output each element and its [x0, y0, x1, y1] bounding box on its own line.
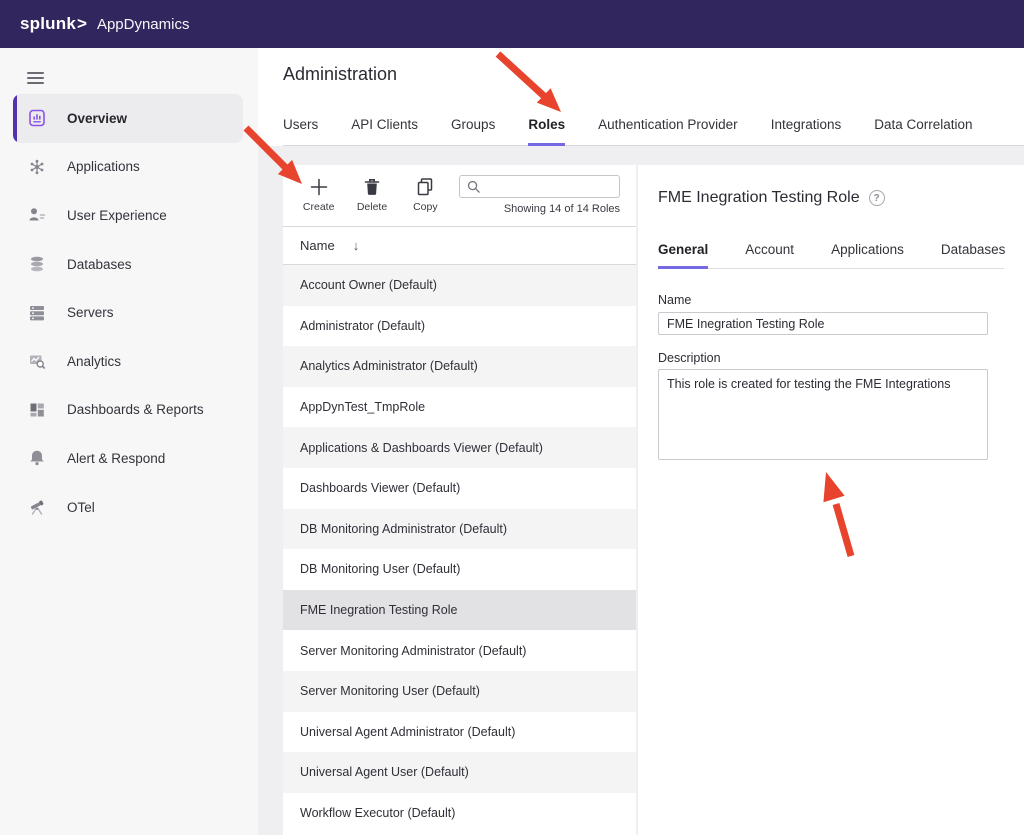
sidebar-item-label: Applications	[67, 159, 140, 174]
role-detail-panel: FME Inegration Testing Role ? General Ac…	[638, 165, 1024, 835]
role-row[interactable]: Applications & Dashboards Viewer (Defaul…	[283, 427, 636, 468]
product-name: AppDynamics	[97, 16, 190, 33]
sidebar-item-servers[interactable]: Servers	[13, 288, 243, 337]
topbar: splunk > AppDynamics	[0, 0, 1024, 48]
main-content: Administration Users API Clients Groups …	[258, 48, 1024, 835]
role-row[interactable]: AppDynTest_TmpRole	[283, 387, 636, 428]
tab-integrations[interactable]: Integrations	[771, 118, 842, 146]
role-row[interactable]: Account Owner (Default)	[283, 265, 636, 306]
tab-account[interactable]: Account	[745, 243, 794, 269]
overview-icon	[27, 108, 47, 128]
role-row[interactable]: Universal Agent User (Default)	[283, 752, 636, 793]
role-row[interactable]: Workflow Executor (Default)	[283, 793, 636, 834]
sidebar-item-alert-respond[interactable]: Alert & Respond	[13, 434, 243, 483]
sidebar-item-applications[interactable]: Applications	[13, 143, 243, 192]
copy-button[interactable]: Copy	[406, 175, 445, 213]
sidebar-item-otel[interactable]: OTel	[13, 483, 243, 532]
role-row[interactable]: Dashboards Viewer (Default)	[283, 468, 636, 509]
tab-databases[interactable]: Databases	[941, 243, 1006, 269]
copy-icon	[414, 175, 436, 199]
role-detail-tab-bar: General Account Applications Databases	[658, 243, 1004, 269]
sidebar-item-label: Dashboards & Reports	[67, 402, 204, 417]
role-row-selected[interactable]: FME Inegration Testing Role	[283, 590, 636, 631]
sidebar-item-label: Analytics	[67, 354, 121, 369]
page: splunk > AppDynamics Overview Applicatio…	[0, 0, 1024, 835]
roles-toolbar: Create Delete Copy	[283, 165, 636, 227]
tab-general[interactable]: General	[658, 243, 708, 269]
admin-tab-bar: Users API Clients Groups Roles Authentic…	[283, 118, 1024, 146]
search-field[interactable]	[486, 180, 613, 194]
plus-icon	[308, 175, 330, 199]
telescope-icon	[27, 497, 47, 517]
roles-list-panel: Create Delete Copy	[283, 165, 636, 835]
sidebar-item-databases[interactable]: Databases	[13, 240, 243, 289]
sidebar-item-label: Servers	[67, 305, 114, 320]
copy-label: Copy	[413, 201, 438, 213]
search-input[interactable]	[459, 175, 620, 198]
name-column-label[interactable]: Name	[300, 238, 335, 253]
sidebar-item-label: Overview	[67, 111, 127, 126]
description-field-label: Description	[658, 351, 1004, 365]
search-area: Showing 14 of 14 Roles	[459, 175, 620, 215]
search-icon	[466, 179, 481, 194]
page-title: Administration	[283, 64, 1024, 84]
dashboards-icon	[27, 400, 47, 420]
sidebar-item-analytics[interactable]: Analytics	[13, 337, 243, 386]
sidebar-item-user-experience[interactable]: User Experience	[13, 191, 243, 240]
create-label: Create	[303, 201, 335, 213]
sidebar-item-label: Databases	[67, 257, 132, 272]
applications-icon	[27, 157, 47, 177]
tab-groups[interactable]: Groups	[451, 118, 495, 146]
splunk-chevron-icon: >	[77, 14, 87, 34]
analytics-icon	[27, 351, 47, 371]
tab-users[interactable]: Users	[283, 118, 318, 146]
showing-count: Showing 14 of 14 Roles	[459, 203, 620, 215]
role-row[interactable]: Universal Agent Administrator (Default)	[283, 712, 636, 753]
sidebar: Overview Applications User Experience	[0, 48, 258, 835]
delete-button[interactable]: Delete	[352, 175, 391, 213]
bell-icon	[27, 448, 47, 468]
name-field[interactable]	[658, 312, 988, 335]
roles-content: Create Delete Copy	[258, 146, 1024, 835]
tab-roles[interactable]: Roles	[528, 118, 565, 146]
sidebar-item-label: User Experience	[67, 208, 167, 223]
splunk-logo: splunk	[20, 14, 76, 34]
create-button[interactable]: Create	[299, 175, 338, 213]
tab-api-clients[interactable]: API Clients	[351, 118, 418, 146]
sidebar-nav: Overview Applications User Experience	[0, 94, 258, 531]
role-row[interactable]: DB Monitoring Administrator (Default)	[283, 509, 636, 550]
role-row[interactable]: Analytics Administrator (Default)	[283, 346, 636, 387]
description-field[interactable]: This role is created for testing the FME…	[658, 369, 988, 460]
help-icon[interactable]: ?	[869, 190, 885, 206]
roles-rows: Account Owner (Default) Administrator (D…	[283, 265, 636, 835]
tab-authentication-provider[interactable]: Authentication Provider	[598, 118, 738, 146]
trash-icon	[361, 175, 383, 199]
role-row[interactable]: Server Monitoring Administrator (Default…	[283, 630, 636, 671]
role-row[interactable]: Server Monitoring User (Default)	[283, 671, 636, 712]
roles-column-header: Name ↓	[283, 227, 636, 265]
sidebar-item-label: Alert & Respond	[67, 451, 165, 466]
role-row[interactable]: DB Monitoring User (Default)	[283, 549, 636, 590]
tab-applications[interactable]: Applications	[831, 243, 904, 269]
menu-icon[interactable]	[27, 72, 44, 84]
sidebar-item-label: OTel	[67, 500, 95, 515]
role-detail-title: FME Inegration Testing Role	[658, 187, 860, 209]
servers-icon	[27, 303, 47, 323]
tab-data-correlation[interactable]: Data Correlation	[874, 118, 972, 146]
administration-header: Administration Users API Clients Groups …	[258, 48, 1024, 146]
delete-label: Delete	[357, 201, 387, 213]
sort-descending-icon[interactable]: ↓	[353, 238, 360, 253]
sidebar-item-overview[interactable]: Overview	[13, 94, 243, 143]
name-field-label: Name	[658, 293, 1004, 307]
user-experience-icon	[27, 205, 47, 225]
databases-icon	[27, 254, 47, 274]
role-row[interactable]: Administrator (Default)	[283, 306, 636, 347]
sidebar-item-dashboards-reports[interactable]: Dashboards & Reports	[13, 386, 243, 435]
